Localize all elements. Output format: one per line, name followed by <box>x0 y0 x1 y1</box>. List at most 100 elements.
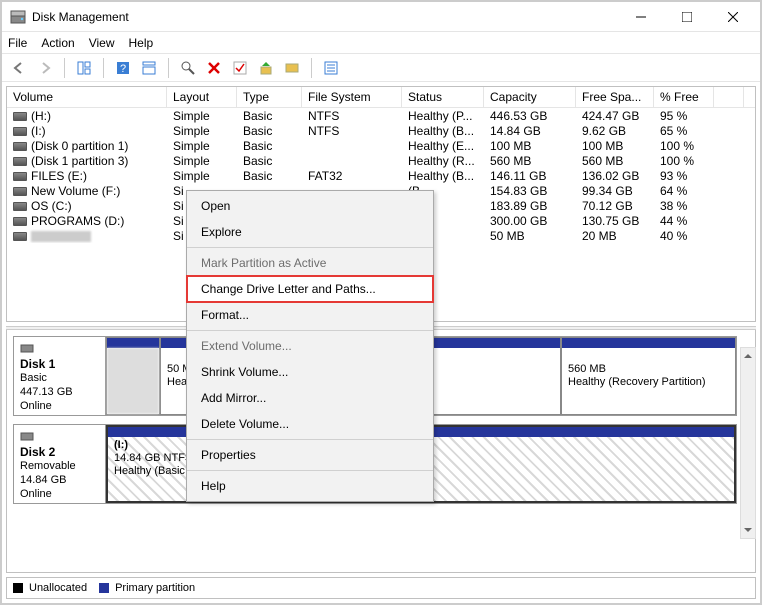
disk2-type: Removable <box>20 460 76 472</box>
cell-cap: 560 MB <box>484 154 576 168</box>
zoom-button[interactable] <box>177 57 199 79</box>
header-extra[interactable] <box>714 87 744 107</box>
header-filesystem[interactable]: File System <box>302 87 402 107</box>
menu-file[interactable]: File <box>8 36 27 50</box>
header-layout[interactable]: Layout <box>167 87 237 107</box>
ctx-change-drive-letter[interactable]: Change Drive Letter and Paths... <box>187 276 433 302</box>
cell-volume <box>7 229 167 243</box>
cell-free: 130.75 GB <box>576 214 654 228</box>
legend-unallocated: Unallocated <box>29 582 87 594</box>
ctx-mark-active: Mark Partition as Active <box>187 250 433 276</box>
legend-swatch-unallocated <box>13 583 23 593</box>
cell-free: 9.62 GB <box>576 124 654 138</box>
cell-type: Basic <box>237 139 302 153</box>
cell-pct: 65 % <box>654 124 714 138</box>
cell-cap: 50 MB <box>484 229 576 243</box>
maximize-button[interactable] <box>664 3 710 31</box>
cell-pct: 100 % <box>654 154 714 168</box>
cell-fs: NTFS <box>302 109 402 123</box>
table-row[interactable]: (H:)SimpleBasicNTFSHealthy (P...446.53 G… <box>7 108 755 123</box>
cell-layout: Simple <box>167 139 237 153</box>
cell-free: 100 MB <box>576 139 654 153</box>
ctx-open[interactable]: Open <box>187 193 433 219</box>
table-row[interactable]: FILES (E:)SimpleBasicFAT32Healthy (B...1… <box>7 168 755 183</box>
table-row[interactable]: (I:)SimpleBasicNTFSHealthy (B...14.84 GB… <box>7 123 755 138</box>
window-controls <box>618 3 756 31</box>
disk1-name: Disk 1 <box>20 357 99 371</box>
up-button[interactable] <box>255 57 277 79</box>
cell-volume: New Volume (F:) <box>7 184 167 198</box>
ctx-format[interactable]: Format... <box>187 302 433 328</box>
cell-volume: OS (C:) <box>7 199 167 213</box>
disk1-size: 447.13 GB <box>20 386 73 398</box>
scroll-down-icon[interactable] <box>741 522 755 538</box>
cell-volume: FILES (E:) <box>7 169 167 183</box>
volume-icon <box>13 157 27 166</box>
header-free[interactable]: Free Spa... <box>576 87 654 107</box>
volume-icon <box>13 112 27 121</box>
menu-view[interactable]: View <box>89 36 115 50</box>
cell-cap: 446.53 GB <box>484 109 576 123</box>
cell-free: 70.12 GB <box>576 199 654 213</box>
volume-icon <box>13 187 27 196</box>
cell-pct: 95 % <box>654 109 714 123</box>
ctx-delete-volume[interactable]: Delete Volume... <box>187 411 433 437</box>
table-row[interactable]: (Disk 1 partition 3)SimpleBasicHealthy (… <box>7 153 755 168</box>
ctx-extend-volume: Extend Volume... <box>187 333 433 359</box>
cell-free: 424.47 GB <box>576 109 654 123</box>
menu-action[interactable]: Action <box>41 36 74 50</box>
legend-primary: Primary partition <box>115 582 195 594</box>
header-volume[interactable]: Volume <box>7 87 167 107</box>
cell-fs: FAT32 <box>302 169 402 183</box>
ctx-shrink-volume[interactable]: Shrink Volume... <box>187 359 433 385</box>
disk1-partition-recovery[interactable]: 560 MBHealthy (Recovery Partition) <box>561 337 736 415</box>
ctx-properties[interactable]: Properties <box>187 442 433 468</box>
cell-type: Basic <box>237 169 302 183</box>
cell-status: Healthy (R... <box>402 154 484 168</box>
header-type[interactable]: Type <box>237 87 302 107</box>
cell-pct: 64 % <box>654 184 714 198</box>
svg-text:?: ? <box>120 63 126 75</box>
disk2-status: Online <box>20 488 52 500</box>
check-button[interactable] <box>229 57 251 79</box>
menubar: File Action View Help <box>2 32 760 54</box>
cell-volume: (H:) <box>7 109 167 123</box>
scroll-up-icon[interactable] <box>741 348 755 364</box>
ctx-add-mirror[interactable]: Add Mirror... <box>187 385 433 411</box>
help-button[interactable]: ? <box>112 57 134 79</box>
mmc-button[interactable] <box>281 57 303 79</box>
volume-icon <box>13 217 27 226</box>
properties-button[interactable] <box>320 57 342 79</box>
header-capacity[interactable]: Capacity <box>484 87 576 107</box>
ctx-explore[interactable]: Explore <box>187 219 433 245</box>
disk2-info: Disk 2 Removable 14.84 GB Online <box>14 425 106 503</box>
cell-pct: 40 % <box>654 229 714 243</box>
cell-cap: 154.83 GB <box>484 184 576 198</box>
header-status[interactable]: Status <box>402 87 484 107</box>
disk1-partition-1[interactable] <box>106 337 160 415</box>
cell-layout: Simple <box>167 154 237 168</box>
delete-button[interactable] <box>203 57 225 79</box>
app-icon <box>10 9 26 25</box>
layout-button[interactable] <box>138 57 160 79</box>
table-row[interactable]: (Disk 0 partition 1)SimpleBasicHealthy (… <box>7 138 755 153</box>
menu-help[interactable]: Help <box>129 36 154 50</box>
cell-fs: NTFS <box>302 124 402 138</box>
ctx-help[interactable]: Help <box>187 473 433 499</box>
forward-button[interactable] <box>34 57 56 79</box>
disk1-info: Disk 1 Basic 447.13 GB Online <box>14 337 106 415</box>
header-pctfree[interactable]: % Free <box>654 87 714 107</box>
legend: Unallocated Primary partition <box>6 577 756 599</box>
views-button[interactable] <box>73 57 95 79</box>
back-button[interactable] <box>8 57 30 79</box>
vertical-scrollbar[interactable] <box>740 347 756 539</box>
minimize-button[interactable] <box>618 3 664 31</box>
cell-pct: 100 % <box>654 139 714 153</box>
disk1-status: Online <box>20 400 52 412</box>
cell-type: Basic <box>237 109 302 123</box>
cell-cap: 14.84 GB <box>484 124 576 138</box>
cell-cap: 100 MB <box>484 139 576 153</box>
close-button[interactable] <box>710 3 756 31</box>
cell-status: Healthy (E... <box>402 139 484 153</box>
cell-volume: (I:) <box>7 124 167 138</box>
